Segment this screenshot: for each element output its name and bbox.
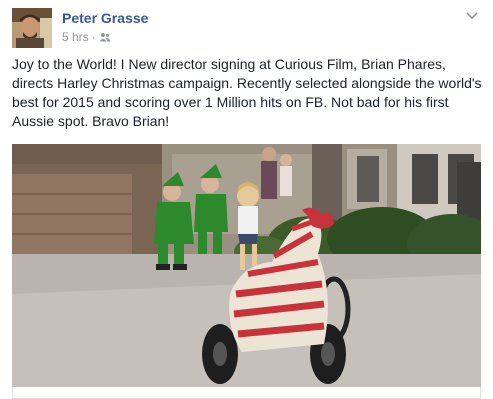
media-card-footer — [12, 387, 481, 399]
post-header: Peter Grasse 5 hrs · — [12, 8, 481, 50]
author-name-link[interactable]: Peter Grasse — [62, 10, 148, 26]
video-still-image — [12, 144, 481, 387]
post-timestamp[interactable]: 5 hrs — [62, 30, 89, 44]
author-avatar[interactable] — [12, 8, 52, 48]
avatar-image — [12, 8, 52, 48]
post-meta: 5 hrs · — [62, 30, 111, 44]
post-video-thumbnail[interactable] — [12, 144, 481, 387]
chevron-down-icon[interactable] — [463, 8, 481, 22]
friends-icon[interactable] — [99, 32, 111, 42]
meta-separator: · — [91, 30, 96, 44]
post-text: Joy to the World! I New director signing… — [12, 56, 482, 129]
